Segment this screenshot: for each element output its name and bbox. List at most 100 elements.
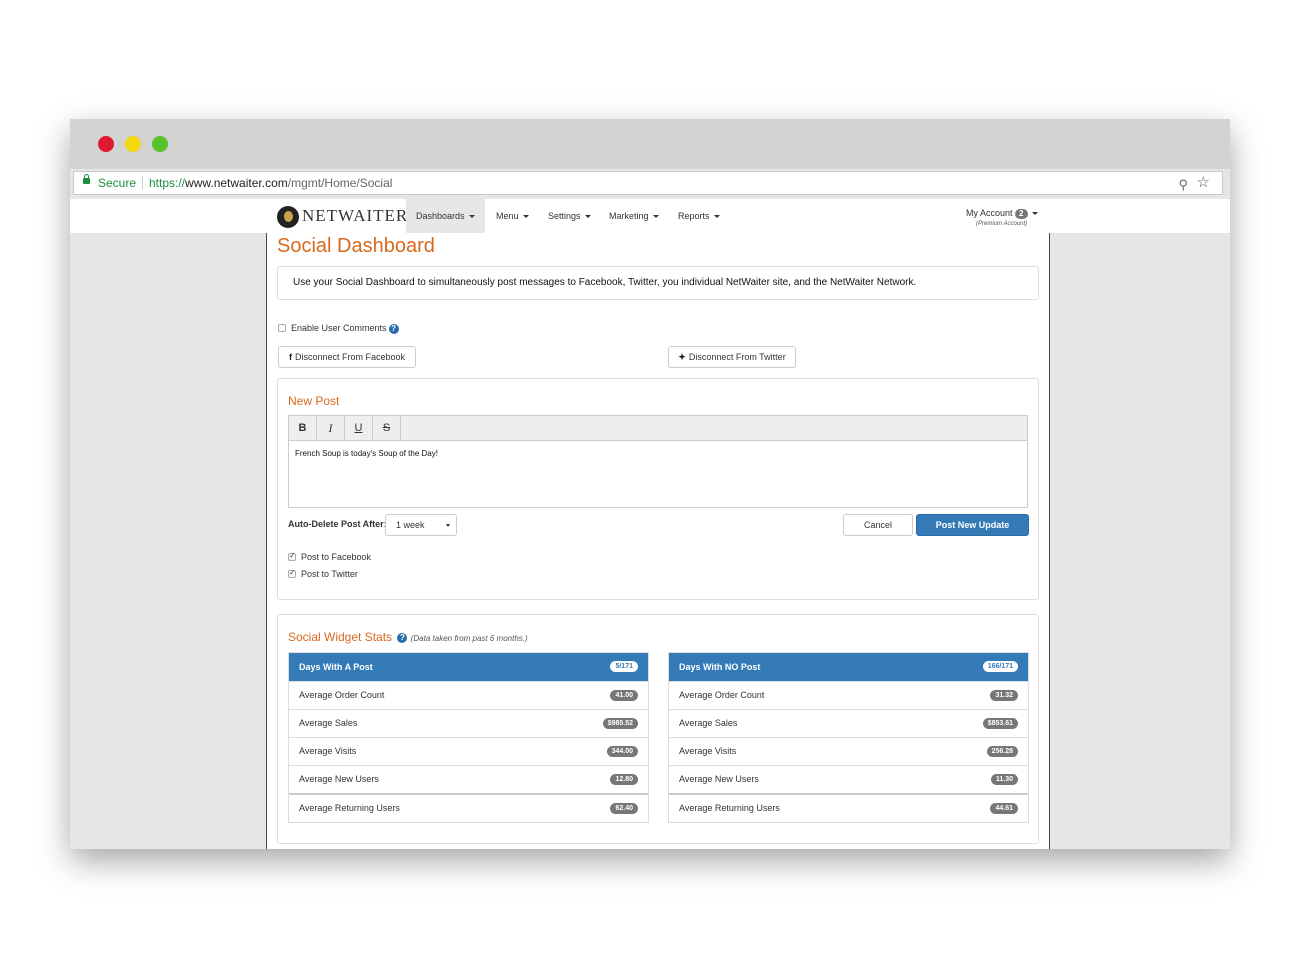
days-no-post-table: Days With NO Post 166/171 Average Order C… xyxy=(668,652,1029,823)
minimize-window-button[interactable] xyxy=(125,136,141,152)
help-icon[interactable]: ? xyxy=(397,632,408,643)
row-label: Average Sales xyxy=(679,718,738,728)
nav-dashboards[interactable]: Dashboards xyxy=(406,199,485,233)
value-badge: 12.80 xyxy=(610,774,638,785)
table-row: Average New Users 11.30 xyxy=(669,765,1028,793)
editor-toolbar: B I U S xyxy=(289,416,1027,441)
title-bar xyxy=(70,119,1230,169)
row-label: Average Order Count xyxy=(679,690,765,700)
table-row: Average New Users 12.80 xyxy=(289,765,648,793)
enable-comments-label: Enable User Comments? xyxy=(291,323,399,334)
post-facebook-label: Post to Facebook xyxy=(301,552,372,562)
post-twitter-label: Post to Twitter xyxy=(301,569,358,579)
url-path: /mgmt/Home/Social xyxy=(287,176,393,190)
zoom-icon[interactable]: ⚲ xyxy=(1178,174,1188,196)
disconnect-facebook-label: Disconnect From Facebook xyxy=(294,352,406,362)
italic-button[interactable]: I xyxy=(317,416,345,440)
url-host: www.netwaiter.com xyxy=(185,176,288,190)
twitter-icon: ✦ xyxy=(678,352,686,362)
row-label: Average Sales xyxy=(299,718,358,728)
table-row: Average Order Count 31.32 xyxy=(669,681,1028,709)
disconnect-twitter-label: Disconnect From Twitter xyxy=(688,352,786,362)
caret-down-icon xyxy=(713,215,720,219)
netwaiter-logo-icon[interactable] xyxy=(277,206,299,228)
my-account-menu[interactable]: My Account 2 xyxy=(966,208,1038,219)
my-account-label: My Account xyxy=(966,208,1013,218)
url-scheme: https:// xyxy=(149,176,186,190)
post-twitter-checkbox[interactable] xyxy=(288,568,296,578)
caret-down-icon xyxy=(522,215,529,219)
count-badge: 166/171 xyxy=(982,661,1018,672)
enable-comments-checkbox[interactable] xyxy=(278,324,286,332)
value-badge: $985.52 xyxy=(602,718,638,729)
bookmark-star-icon[interactable]: ☆ xyxy=(1197,172,1210,194)
secure-label: Secure xyxy=(98,176,137,190)
new-post-panel: New Post B I U S French Soup is today's … xyxy=(277,378,1039,600)
value-badge: 44.61 xyxy=(990,803,1018,814)
post-editor[interactable]: B I U S French Soup is today's Soup of t… xyxy=(288,415,1028,508)
value-badge: 256.28 xyxy=(986,746,1018,757)
header-label: Days With A Post xyxy=(299,662,373,672)
address-bar[interactable]: Secure https://www.netwaiter.com/mgmt/Ho… xyxy=(73,171,1223,195)
description-box: Use your Social Dashboard to simultaneou… xyxy=(277,266,1039,300)
help-icon[interactable]: ? xyxy=(388,323,399,334)
header-label: Days With NO Post xyxy=(679,662,761,672)
table-row: Average Sales $853.61 xyxy=(669,709,1028,737)
close-window-button[interactable] xyxy=(98,136,114,152)
row-label: Average Visits xyxy=(679,746,737,756)
strikethrough-button[interactable]: S xyxy=(373,416,401,440)
table-row: Average Returning Users 44.61 xyxy=(669,793,1028,822)
post-new-update-button[interactable]: Post New Update xyxy=(916,514,1029,536)
enable-comments-text: Enable User Comments xyxy=(291,323,387,333)
table-row: Average Visits 256.28 xyxy=(669,737,1028,765)
caret-down-icon xyxy=(584,215,591,219)
underline-button[interactable]: U xyxy=(345,416,373,440)
value-badge: 62.40 xyxy=(610,803,638,814)
auto-delete-value: 1 week xyxy=(396,520,425,530)
value-badge: $853.61 xyxy=(982,718,1018,729)
disconnect-facebook-button[interactable]: f Disconnect From Facebook xyxy=(278,346,416,368)
auto-delete-label: Auto-Delete Post After: xyxy=(288,519,387,529)
new-post-title: New Post xyxy=(288,394,340,408)
nav-menu[interactable]: Menu xyxy=(486,199,539,233)
social-stats-panel: Social Widget Stats ? (Data taken from p… xyxy=(277,614,1039,844)
row-label: Average Visits xyxy=(299,746,357,756)
url-text[interactable]: https://www.netwaiter.com/mgmt/Home/Soci… xyxy=(149,172,392,194)
description-text: Use your Social Dashboard to simultaneou… xyxy=(293,277,917,288)
caret-down-icon xyxy=(468,215,475,219)
maximize-window-button[interactable] xyxy=(152,136,168,152)
bold-button[interactable]: B xyxy=(289,416,317,440)
nav-settings[interactable]: Settings xyxy=(538,199,601,233)
brand-name[interactable]: NETWAITER xyxy=(302,206,408,226)
disconnect-twitter-button[interactable]: ✦ Disconnect From Twitter xyxy=(668,346,796,368)
days-with-post-header: Days With A Post 5/171 xyxy=(289,653,648,681)
table-row: Average Sales $985.52 xyxy=(289,709,648,737)
value-badge: 344.00 xyxy=(606,746,638,757)
cancel-button[interactable]: Cancel xyxy=(843,514,913,536)
main-content: Social Dashboard Use your Social Dashboa… xyxy=(266,233,1050,849)
stats-title-line: Social Widget Stats ? (Data taken from p… xyxy=(288,630,528,644)
post-facebook-checkbox[interactable] xyxy=(288,551,296,561)
account-type: (Premium Account) xyxy=(976,221,1028,227)
days-with-post-table: Days With A Post 5/171 Average Order Coun… xyxy=(288,652,649,823)
table-row: Average Order Count 41.00 xyxy=(289,681,648,709)
facebook-icon: f xyxy=(288,352,292,362)
nav-reports[interactable]: Reports xyxy=(668,199,730,233)
nav-marketing[interactable]: Marketing xyxy=(599,199,669,233)
nav-dashboards-label: Dashboards xyxy=(416,211,465,221)
post-text[interactable]: French Soup is today's Soup of the Day! xyxy=(295,449,438,458)
value-badge: 41.00 xyxy=(610,690,638,701)
row-label: Average Returning Users xyxy=(679,803,780,813)
row-label: Average Order Count xyxy=(299,690,385,700)
account-notification-badge: 2 xyxy=(1015,209,1028,219)
row-label: Average New Users xyxy=(299,774,379,784)
stats-title: Social Widget Stats xyxy=(288,630,393,644)
stats-note: (Data taken from past 6 months.) xyxy=(410,634,528,643)
nav-menu-label: Menu xyxy=(496,211,519,221)
top-navbar: NETWAITER Dashboards Menu Settings Marke… xyxy=(70,199,1230,234)
auto-delete-select[interactable]: 1 week xyxy=(385,514,457,536)
caret-down-icon xyxy=(1031,212,1038,216)
row-label: Average Returning Users xyxy=(299,803,400,813)
count-badge: 5/171 xyxy=(610,661,638,672)
days-no-post-header: Days With NO Post 166/171 xyxy=(669,653,1028,681)
